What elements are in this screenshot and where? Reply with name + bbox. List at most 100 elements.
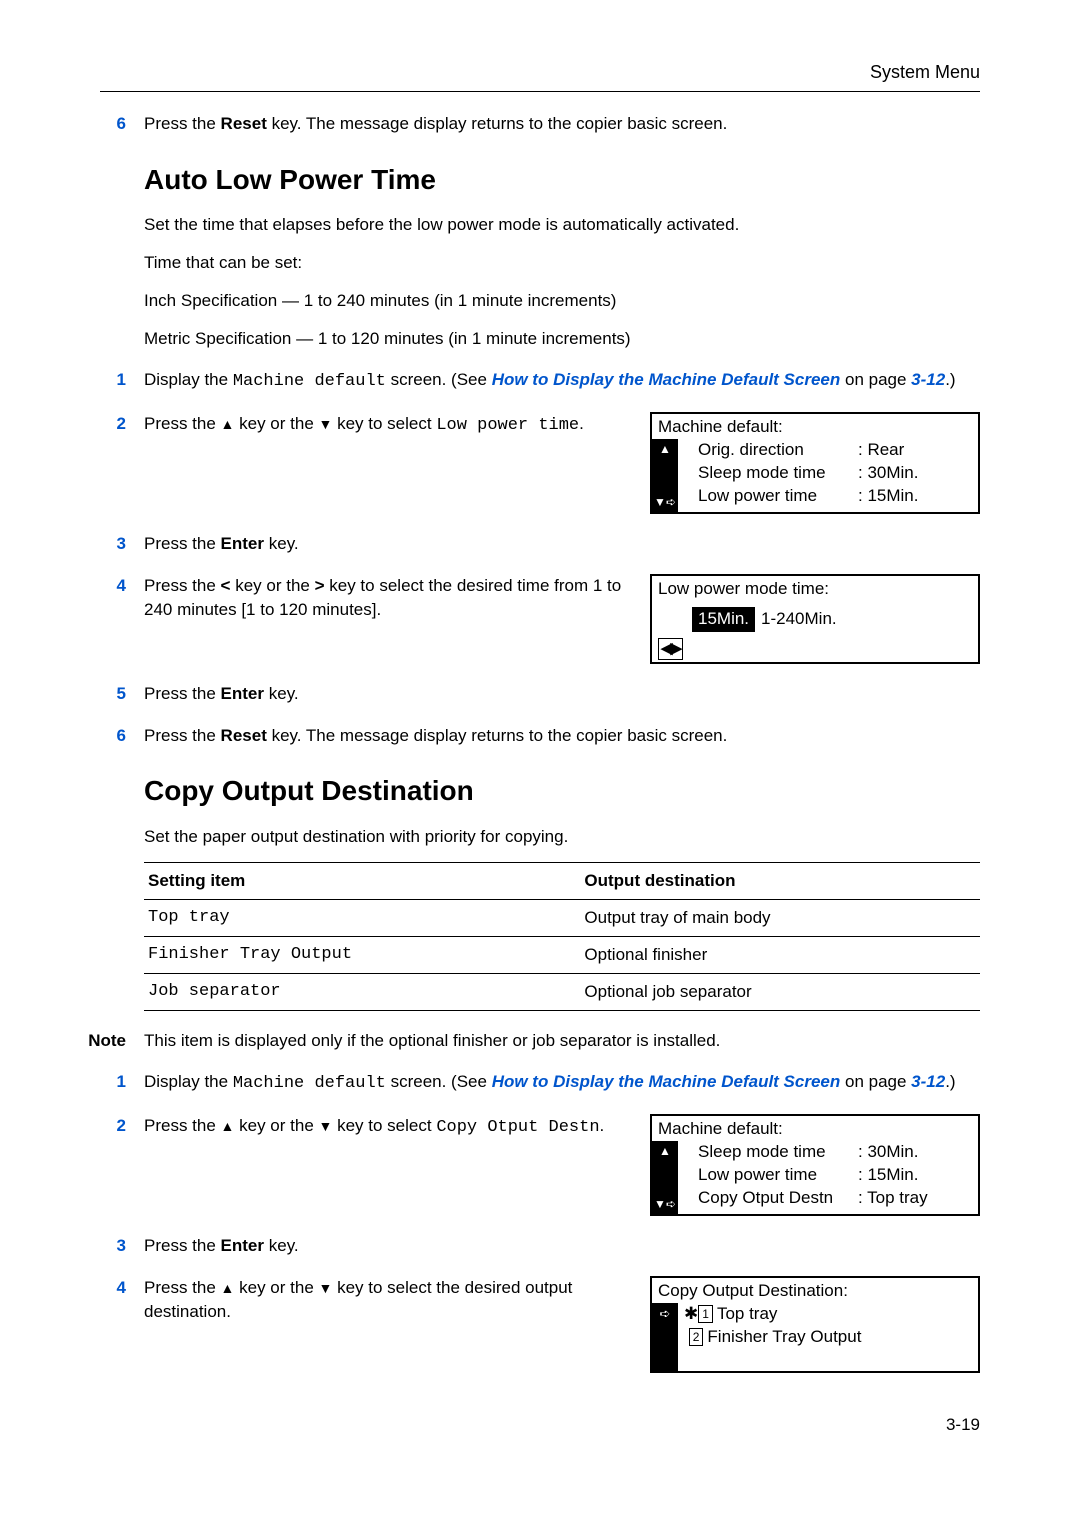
- key-name: Reset: [221, 726, 267, 745]
- lcd-option-2: 2Finisher Tray Output: [684, 1326, 972, 1349]
- cell-dest: Output tray of main body: [580, 900, 980, 937]
- lcd-option-label: Top tray: [717, 1303, 777, 1326]
- step-1a: 1 Display the Machine default screen. (S…: [100, 368, 980, 394]
- lcd-label: Orig. direction: [698, 439, 858, 462]
- paragraph: Metric Specification — 1 to 120 minutes …: [144, 327, 980, 351]
- step-number: 2: [100, 1114, 144, 1216]
- cell-dest: Optional job separator: [580, 973, 980, 1010]
- lcd-value: : 30Min.: [858, 462, 918, 485]
- step-number: 3: [100, 532, 144, 556]
- lcd-panel-3: Machine default: ▲ ▼➪ Sleep mode time: 3…: [650, 1114, 980, 1216]
- option-number-icon: 2: [689, 1328, 704, 1346]
- mono-text: Copy Otput Destn: [436, 1118, 599, 1137]
- th-output-dest: Output destination: [580, 863, 980, 900]
- text: screen. (See: [386, 1072, 492, 1091]
- lcd-row: Low power time: 15Min.: [684, 485, 972, 508]
- text: key. The message display returns to the …: [267, 114, 728, 133]
- text: key or the: [234, 1116, 318, 1135]
- step-body: Press the ▲ key or the ▼ key to select t…: [144, 1276, 980, 1373]
- page-ref-link[interactable]: 3-12: [911, 1072, 945, 1091]
- lcd-value: : Top tray: [858, 1187, 928, 1210]
- lcd-range: 1-240Min.: [761, 608, 837, 631]
- table-row: Finisher Tray Output Optional finisher: [144, 937, 980, 974]
- scroll-up-icon: ▲: [652, 1141, 678, 1177]
- lcd-title: Machine default:: [652, 414, 978, 439]
- cell-dest: Optional finisher: [580, 937, 980, 974]
- step-number: 4: [100, 1276, 144, 1373]
- text: key. The message display returns to the …: [267, 726, 728, 745]
- step-number: 6: [100, 724, 144, 748]
- lcd-panel-2: Low power mode time: 15Min. 1-240Min. ◀▶: [650, 574, 980, 664]
- step-text: Press the < key or the > key to select t…: [144, 574, 650, 664]
- lcd-title: Low power mode time:: [652, 576, 978, 603]
- step-number: 1: [100, 368, 144, 394]
- text: Press the: [144, 1278, 221, 1297]
- step-text: Press the ▲ key or the ▼ key to select t…: [144, 1276, 650, 1373]
- note-label: Note: [56, 1029, 144, 1053]
- scroll-down-icon: ▼➪: [652, 476, 678, 512]
- cell-item: Top tray: [144, 900, 580, 937]
- text: Press the: [144, 414, 221, 433]
- note-row: Note This item is displayed only if the …: [56, 1029, 980, 1053]
- paragraph: Time that can be set:: [144, 251, 980, 275]
- left-right-nav-icon: ◀▶: [658, 638, 683, 660]
- mono-text: Machine default: [233, 1074, 386, 1093]
- text: .: [579, 414, 584, 433]
- text: Display the: [144, 370, 233, 389]
- up-arrow-icon: ▲: [221, 416, 235, 432]
- page-header: System Menu: [100, 60, 980, 92]
- text: Press the: [144, 1236, 221, 1255]
- text: Press the: [144, 684, 221, 703]
- scroll-up-icon: ▲: [652, 439, 678, 475]
- down-arrow-icon: ▼: [319, 1118, 333, 1134]
- lcd-row: Low power time: 15Min.: [684, 1164, 972, 1187]
- text: key.: [264, 684, 299, 703]
- lcd-label: Low power time: [698, 1164, 858, 1187]
- text: on page: [840, 1072, 911, 1091]
- step-body: Press the Enter key.: [144, 682, 980, 706]
- paragraph: Inch Specification — 1 to 240 minutes (i…: [144, 289, 980, 313]
- step-3a: 3 Press the Enter key.: [100, 532, 980, 556]
- lcd-value-row: 15Min. 1-240Min.: [652, 603, 978, 636]
- paragraph: Set the paper output destination with pr…: [144, 825, 980, 849]
- cross-ref-link[interactable]: How to Display the Machine Default Scree…: [492, 1072, 841, 1091]
- key-name: >: [315, 576, 325, 595]
- text: .): [945, 1072, 955, 1091]
- settings-table: Setting item Output destination Top tray…: [144, 862, 980, 1010]
- text: key.: [264, 1236, 299, 1255]
- step-2a: 2 Press the ▲ key or the ▼ key to select…: [100, 412, 980, 514]
- step-body: Press the Enter key.: [144, 1234, 980, 1258]
- text: key or the: [234, 414, 318, 433]
- table-row: Job separator Optional job separator: [144, 973, 980, 1010]
- key-name: <: [221, 576, 231, 595]
- text: Press the: [144, 114, 221, 133]
- key-name: Enter: [221, 1236, 264, 1255]
- step-body: Press the ▲ key or the ▼ key to select C…: [144, 1114, 980, 1216]
- text: Press the: [144, 534, 221, 553]
- text: key to select: [332, 1116, 436, 1135]
- text: Press the: [144, 726, 221, 745]
- cross-ref-link[interactable]: How to Display the Machine Default Scree…: [492, 370, 841, 389]
- lcd-row: Copy Otput Destn: Top tray: [684, 1187, 972, 1210]
- lcd-panel-4: Copy Output Destination: ➪ ✱1Top tray 2F…: [650, 1276, 980, 1373]
- lcd-nav-row: ◀▶: [652, 636, 978, 662]
- page-ref-link[interactable]: 3-12: [911, 370, 945, 389]
- step-body: Display the Machine default screen. (See…: [144, 368, 980, 394]
- step-6b: 6 Press the Reset key. The message displ…: [100, 724, 980, 748]
- step-text: Press the ▲ key or the ▼ key to select L…: [144, 412, 650, 514]
- mono-text: Machine default: [233, 372, 386, 391]
- note-body: This item is displayed only if the optio…: [144, 1029, 980, 1053]
- lcd-label: Copy Otput Destn: [698, 1187, 858, 1210]
- section-auto-low-power: Auto Low Power Time Set the time that el…: [144, 160, 980, 350]
- step-body: Press the Reset key. The message display…: [144, 112, 980, 136]
- scroll-down-icon: ▼➪: [652, 1178, 678, 1214]
- step-body: Press the Enter key.: [144, 532, 980, 556]
- text: Press the: [144, 576, 221, 595]
- step-body: Press the < key or the > key to select t…: [144, 574, 980, 664]
- step-body: Display the Machine default screen. (See…: [144, 1070, 980, 1096]
- text: .: [600, 1116, 605, 1135]
- step-number: 1: [100, 1070, 144, 1096]
- down-arrow-icon: ▼: [319, 1280, 333, 1296]
- step-3b: 3 Press the Enter key.: [100, 1234, 980, 1258]
- text: screen. (See: [386, 370, 492, 389]
